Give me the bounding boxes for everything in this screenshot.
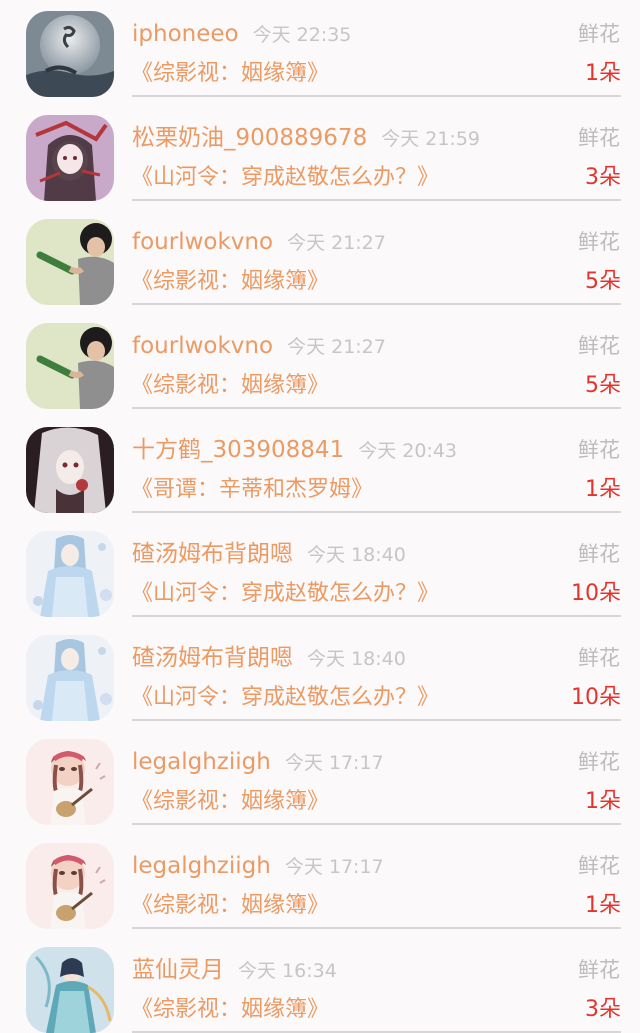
username-text[interactable]: 蓝仙灵月 <box>132 957 224 983</box>
timestamp: 今天 18:40 <box>307 648 406 670</box>
gift-type-label: 鲜花 <box>578 126 620 150</box>
book-title-link[interactable]: 《综影视：姻缘簿》 <box>131 58 329 90</box>
gift-type-label: 鲜花 <box>578 230 620 254</box>
row-divider <box>132 511 621 513</box>
username-text[interactable]: 松栗奶油_900889678 <box>132 125 367 151</box>
username[interactable]: fourlwokvno 今天 21:27 <box>132 226 386 259</box>
avatar-anime-red-icon[interactable] <box>26 115 114 201</box>
avatar-bottle-icon[interactable] <box>26 323 114 409</box>
row-divider <box>132 823 621 825</box>
gift-record-row[interactable]: 碴汤姆布背朗嗯 今天 18:40 鲜花 《山河令：穿成赵敬怎么办？》 10朵 <box>0 624 640 728</box>
timestamp: 今天 17:17 <box>284 752 384 774</box>
gift-count: 3朵 <box>585 997 621 1022</box>
gift-record-row[interactable]: legalghziigh 今天 17:17 鲜花 《综影视：姻缘簿》 1朵 <box>0 832 640 936</box>
gift-count: 3朵 <box>585 165 621 190</box>
gift-record-row[interactable]: legalghziigh 今天 17:17 鲜花 《综影视：姻缘簿》 1朵 <box>0 728 640 832</box>
row-divider <box>132 303 621 305</box>
gift-type-label: 鲜花 <box>578 334 620 358</box>
username-text[interactable]: 碴汤姆布背朗嗯 <box>132 645 293 671</box>
gift-count: 1朵 <box>585 61 621 86</box>
book-title-link[interactable]: 《综影视：姻缘簿》 <box>131 786 329 818</box>
timestamp: 今天 21:59 <box>381 128 480 150</box>
avatar-fairy-icon[interactable] <box>26 947 114 1033</box>
gift-record-row[interactable]: iphoneeo 今天 22:35 鲜花 《综影视：姻缘簿》 1朵 <box>0 0 640 104</box>
timestamp: 今天 22:35 <box>252 24 352 46</box>
book-title-link[interactable]: 《综影视：姻缘簿》 <box>131 266 329 298</box>
book-title-link[interactable]: 《哥谭：辛蒂和杰罗姆》 <box>131 474 373 506</box>
gift-record-row[interactable]: fourlwokvno 今天 21:27 鲜花 《综影视：姻缘簿》 5朵 <box>0 312 640 416</box>
book-title-link[interactable]: 《综影视：姻缘簿》 <box>131 370 329 402</box>
timestamp: 今天 17:17 <box>284 856 384 878</box>
gift-record-row[interactable]: 碴汤姆布背朗嗯 今天 18:40 鲜花 《山河令：穿成赵敬怎么办？》 10朵 <box>0 520 640 624</box>
avatar-anime-dark-icon[interactable] <box>26 427 114 513</box>
gift-type-label: 鲜花 <box>578 958 620 982</box>
book-title-link[interactable]: 《综影视：姻缘簿》 <box>131 890 329 922</box>
avatar-girl-guitar-icon[interactable] <box>26 739 114 825</box>
row-divider <box>132 95 621 97</box>
username[interactable]: iphoneeo 今天 22:35 <box>132 18 351 51</box>
avatar-anime-blue-icon[interactable] <box>26 635 114 721</box>
timestamp: 今天 21:27 <box>287 232 386 254</box>
gift-count: 10朵 <box>571 581 621 606</box>
username[interactable]: 碴汤姆布背朗嗯 今天 18:40 <box>132 642 406 675</box>
gift-record-row[interactable]: 松栗奶油_900889678 今天 21:59 鲜花 《山河令：穿成赵敬怎么办？》… <box>0 104 640 208</box>
gift-record-row[interactable]: 蓝仙灵月 今天 16:34 鲜花 《综影视：姻缘簿》 3朵 <box>0 936 640 1033</box>
gift-count: 1朵 <box>585 893 621 918</box>
avatar-anime-blue-icon[interactable] <box>26 531 114 617</box>
gift-type-label: 鲜花 <box>578 22 620 46</box>
book-title-link[interactable]: 《山河令：穿成赵敬怎么办？》 <box>131 682 439 714</box>
timestamp: 今天 16:34 <box>238 960 337 982</box>
gift-type-label: 鲜花 <box>578 750 620 774</box>
avatar-moon-icon[interactable] <box>26 11 114 97</box>
timestamp: 今天 21:27 <box>287 336 386 358</box>
gift-count: 5朵 <box>585 373 621 398</box>
username[interactable]: 十方鹤_303908841 今天 20:43 <box>132 434 457 467</box>
username[interactable]: 碴汤姆布背朗嗯 今天 18:40 <box>132 538 406 571</box>
book-title-link[interactable]: 《综影视：姻缘簿》 <box>131 994 329 1026</box>
gift-type-label: 鲜花 <box>578 542 620 566</box>
username[interactable]: 蓝仙灵月 今天 16:34 <box>132 954 337 987</box>
avatar-girl-guitar-icon[interactable] <box>26 843 114 929</box>
row-divider <box>132 199 621 201</box>
book-title-link[interactable]: 《山河令：穿成赵敬怎么办？》 <box>131 162 439 194</box>
gift-record-row[interactable]: 十方鹤_303908841 今天 20:43 鲜花 《哥谭：辛蒂和杰罗姆》 1朵 <box>0 416 640 520</box>
gift-count: 5朵 <box>585 269 621 294</box>
gift-type-label: 鲜花 <box>578 438 620 462</box>
username-text[interactable]: 十方鹤_303908841 <box>132 437 344 463</box>
gift-record-row[interactable]: fourlwokvno 今天 21:27 鲜花 《综影视：姻缘簿》 5朵 <box>0 208 640 312</box>
username-text[interactable]: legalghziigh <box>132 749 271 775</box>
gift-record-list: iphoneeo 今天 22:35 鲜花 《综影视：姻缘簿》 1朵 松栗奶油_90… <box>0 0 640 1033</box>
username-text[interactable]: 碴汤姆布背朗嗯 <box>132 541 293 567</box>
row-divider <box>132 615 621 617</box>
gift-type-label: 鲜花 <box>578 854 620 878</box>
username[interactable]: legalghziigh 今天 17:17 <box>132 850 384 883</box>
username-text[interactable]: iphoneeo <box>132 21 239 47</box>
username[interactable]: fourlwokvno 今天 21:27 <box>132 330 386 363</box>
book-title-link[interactable]: 《山河令：穿成赵敬怎么办？》 <box>131 578 439 610</box>
username[interactable]: 松栗奶油_900889678 今天 21:59 <box>132 122 480 155</box>
username[interactable]: legalghziigh 今天 17:17 <box>132 746 384 779</box>
gift-count: 10朵 <box>571 685 621 710</box>
username-text[interactable]: legalghziigh <box>132 853 271 879</box>
row-divider <box>132 719 621 721</box>
gift-type-label: 鲜花 <box>578 646 620 670</box>
timestamp: 今天 18:40 <box>307 544 406 566</box>
timestamp: 今天 20:43 <box>358 440 457 462</box>
gift-count: 1朵 <box>585 789 621 814</box>
row-divider <box>132 927 621 929</box>
row-divider <box>132 407 621 409</box>
username-text[interactable]: fourlwokvno <box>132 333 273 359</box>
gift-count: 1朵 <box>585 477 621 502</box>
username-text[interactable]: fourlwokvno <box>132 229 273 255</box>
avatar-bottle-icon[interactable] <box>26 219 114 305</box>
